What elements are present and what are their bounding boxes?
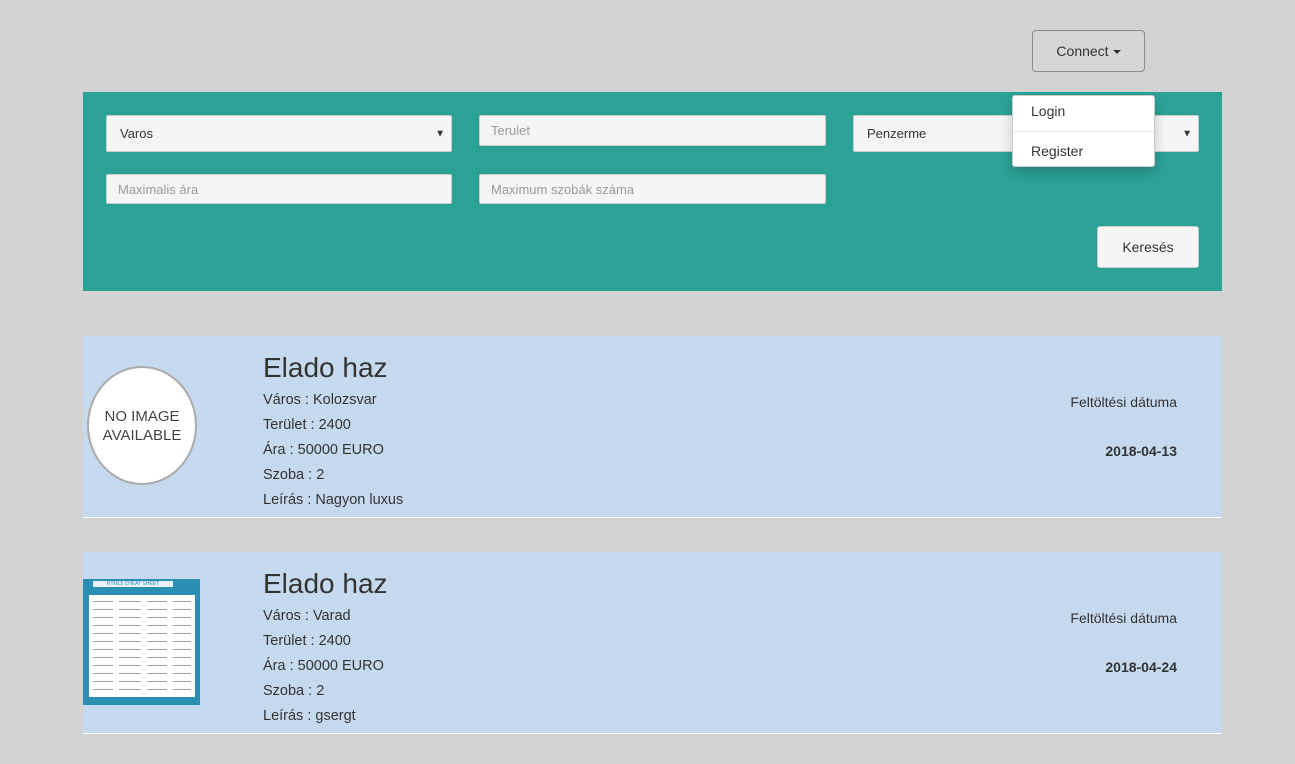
menu-item-login[interactable]: Login <box>1013 103 1154 119</box>
listing-rooms: Szoba : 2 <box>263 683 325 699</box>
listing-price: Ára : 50000 EURO <box>263 658 384 674</box>
thumbnail-banner: HTML5 CHEAT SHEET <box>93 581 173 587</box>
no-image-text-line1: NO IMAGE <box>104 407 180 425</box>
connect-button-label: Connect <box>1056 43 1109 59</box>
listing-title[interactable]: Elado haz <box>263 352 388 384</box>
menu-item-register[interactable]: Register <box>1013 143 1154 159</box>
upload-date-label: Feltöltési dátuma <box>1070 610 1177 626</box>
max-rooms-placeholder: Maximum szobák száma <box>491 181 635 197</box>
city-select-value: Varos <box>120 126 153 141</box>
currency-select-value: Penzerme <box>867 126 927 141</box>
connect-dropdown-menu: Login Register <box>1012 95 1155 167</box>
thumbnail-sheet <box>89 595 195 697</box>
search-button-label: Keresés <box>1122 239 1174 255</box>
connect-button[interactable]: Connect <box>1032 30 1145 72</box>
no-image-placeholder: NO IMAGE AVAILABLE <box>87 366 197 485</box>
upload-date-value: 2018-04-13 <box>1105 443 1177 459</box>
city-select[interactable]: Varos ▼ <box>106 115 452 152</box>
listing-description: Leírás : Nagyon luxus <box>263 492 404 508</box>
listing-area: Terület : 2400 <box>263 633 351 649</box>
area-input[interactable]: Terulet <box>479 115 826 146</box>
dropdown-arrow-icon: ▼ <box>435 128 445 139</box>
search-button[interactable]: Keresés <box>1097 226 1199 268</box>
area-input-placeholder: Terulet <box>491 123 531 138</box>
listing-card[interactable]: HTML5 CHEAT SHEET Elado haz Város: Vara… <box>83 552 1222 734</box>
listing-city: Város : Kolozsvar <box>263 392 377 408</box>
max-price-placeholder: Maximalis ára <box>118 181 199 197</box>
max-price-input[interactable]: Maximalis ára <box>106 174 452 204</box>
dropdown-arrow-icon: ▼ <box>1182 128 1192 139</box>
listing-title[interactable]: Elado haz <box>263 568 388 600</box>
listing-area: Terület : 2400 <box>263 417 351 433</box>
listing-city: Város : Varad <box>263 608 351 624</box>
listing-description: Leírás : gsergt <box>263 708 356 724</box>
max-rooms-input[interactable]: Maximum szobák száma <box>479 174 826 204</box>
listing-thumbnail[interactable]: HTML5 CHEAT SHEET <box>83 579 200 705</box>
caret-down-icon <box>1112 50 1121 54</box>
listing-price: Ára : 50000 EURO <box>263 442 384 458</box>
menu-divider <box>1013 131 1154 132</box>
listing-rooms: Szoba : 2 <box>263 467 325 483</box>
upload-date-label: Feltöltési dátuma <box>1070 394 1177 410</box>
upload-date-value: 2018-04-24 <box>1105 659 1177 675</box>
listing-card[interactable]: NO IMAGE AVAILABLE Elado haz Város : Kol… <box>83 336 1222 518</box>
no-image-text-line2: AVAILABLE <box>102 426 182 444</box>
